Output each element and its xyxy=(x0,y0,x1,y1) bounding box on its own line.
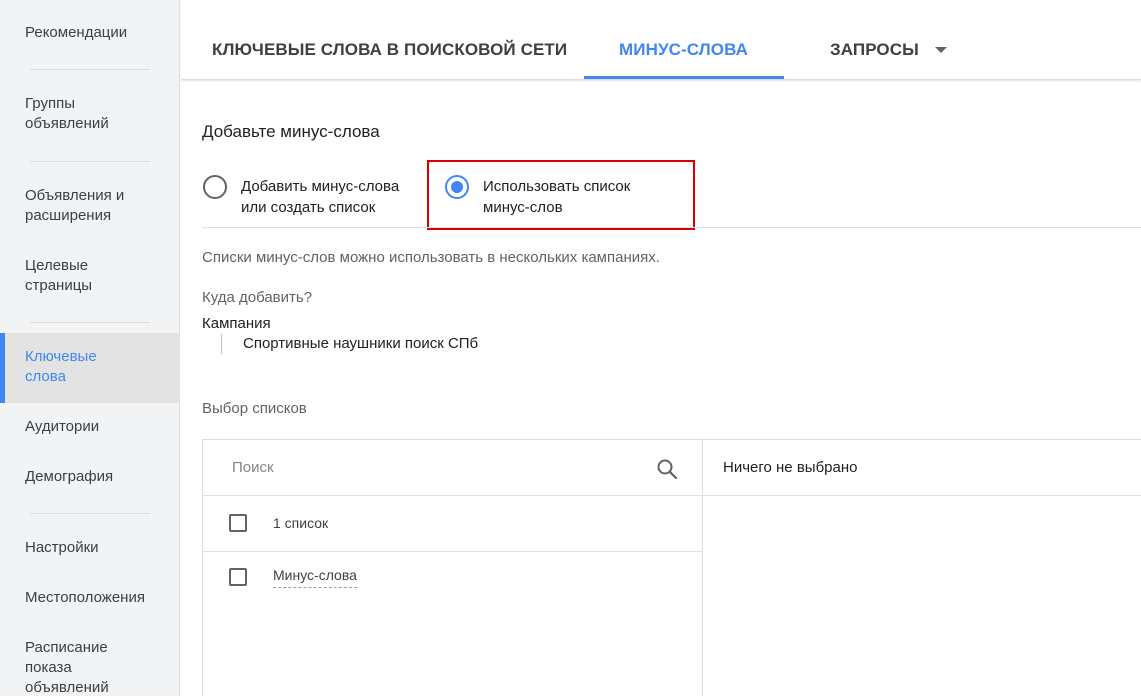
campaign-name: Спортивные наушники поиск СПб xyxy=(243,335,479,352)
list-selection-label: Выбор списков xyxy=(202,400,307,417)
sidebar-divider xyxy=(30,69,150,70)
chevron-down-icon[interactable] xyxy=(935,47,947,53)
info-text: Списки минус-слов можно использовать в н… xyxy=(202,249,660,266)
sidebar-item-ad-groups[interactable]: Группы объявлений xyxy=(0,94,120,134)
radio-use-negative-list[interactable] xyxy=(445,175,469,199)
sidebar-item-landing-pages[interactable]: Целевые страницы xyxy=(0,256,120,296)
campaign-tree-line xyxy=(221,334,222,354)
separator xyxy=(202,227,1141,228)
active-tab-indicator xyxy=(584,76,784,79)
tab-search-terms[interactable]: ЗАПРОСЫ xyxy=(830,40,919,60)
row-divider xyxy=(202,551,702,552)
radio-label-use-list: Использовать список минус-слов xyxy=(483,178,631,216)
radio-add-negative-keywords[interactable] xyxy=(203,175,227,199)
sidebar-item-demographics[interactable]: Демография xyxy=(0,467,180,487)
column-divider xyxy=(702,439,703,696)
search-icon[interactable] xyxy=(655,457,679,481)
row-divider xyxy=(703,495,1141,496)
tab-bar: КЛЮЧЕВЫЕ СЛОВА В ПОИСКОВОЙ СЕТИ МИНУС-СЛ… xyxy=(181,0,1141,80)
list-count: 1 список xyxy=(273,515,329,531)
list-item-checkbox[interactable] xyxy=(229,568,247,586)
sidebar-item-ads-extensions[interactable]: Объявления и расширения xyxy=(0,186,160,226)
sidebar-item-settings[interactable]: Настройки xyxy=(0,538,180,558)
sidebar-divider xyxy=(30,513,150,514)
section-heading: Добавьте минус-слова xyxy=(202,122,380,141)
row-divider xyxy=(202,495,702,496)
tab-search-keywords[interactable]: КЛЮЧЕВЫЕ СЛОВА В ПОИСКОВОЙ СЕТИ xyxy=(212,40,567,60)
where-to-add-label: Куда добавить? xyxy=(202,289,313,306)
select-all-checkbox[interactable] xyxy=(229,514,247,532)
campaign-label: Кампания xyxy=(202,315,271,332)
sidebar-item-recommendations[interactable]: Рекомендации xyxy=(0,23,180,43)
search-input[interactable]: Поиск xyxy=(232,459,274,476)
list-item-label[interactable]: Минус-слова xyxy=(273,567,357,588)
tab-negative-keywords[interactable]: МИНУС-СЛОВА xyxy=(619,40,748,60)
sidebar: Рекомендации Группы объявлений Объявлени… xyxy=(0,0,180,696)
sidebar-divider xyxy=(30,322,150,323)
sidebar-divider xyxy=(30,161,150,162)
sidebar-item-keywords[interactable]: Ключевые слова xyxy=(0,333,180,403)
selected-summary: Ничего не выбрано xyxy=(723,459,858,476)
sidebar-item-ad-schedule[interactable]: Расписание показа объявлений xyxy=(0,638,130,698)
sidebar-item-audiences[interactable]: Аудитории xyxy=(0,417,180,437)
radio-label-add: Добавить минус-слова или создать список xyxy=(241,178,400,216)
sidebar-item-locations[interactable]: Местоположения xyxy=(0,588,180,608)
